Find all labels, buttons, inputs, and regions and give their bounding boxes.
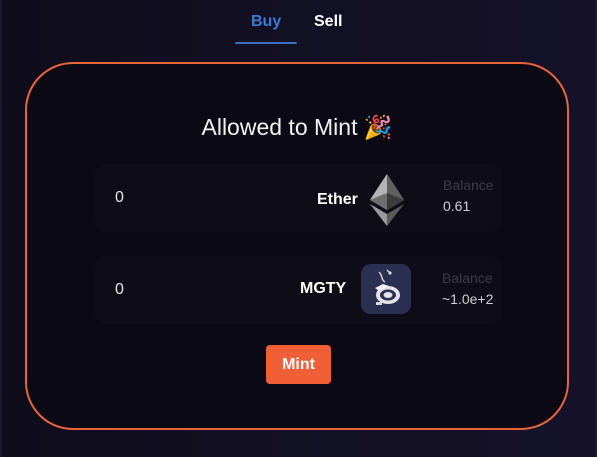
- active-tab-indicator: [235, 42, 297, 44]
- tab-buy[interactable]: Buy: [251, 13, 281, 31]
- mgty-balance-value: ~1.0e+2: [442, 291, 494, 307]
- mgty-token-name: MGTY: [300, 280, 347, 297]
- ether-row: Ether Balance 0.61: [94, 164, 502, 232]
- mint-button[interactable]: Mint: [266, 345, 331, 384]
- tab-sell[interactable]: Sell: [314, 13, 342, 31]
- ethereum-icon: [370, 174, 404, 226]
- mgty-amount-input[interactable]: [113, 280, 237, 300]
- ether-balance-value: 0.61: [443, 198, 471, 214]
- ether-amount-input[interactable]: [113, 188, 237, 208]
- mgty-token-icon: [361, 264, 411, 314]
- tab-bar: Buy Sell: [2, 0, 597, 46]
- ether-balance-label: Balance: [443, 177, 494, 193]
- ether-token-name: Ether: [317, 191, 358, 208]
- card-title: Allowed to Mint 🎉: [201, 114, 393, 140]
- mgty-balance-label: Balance: [442, 270, 493, 286]
- mgty-row: MGTY Balance ~1.0e+2: [94, 256, 502, 324]
- app-frame: Buy Sell Allowed to Mint 🎉 Ether Balance…: [0, 0, 597, 457]
- mint-card: Allowed to Mint 🎉 Ether Balance 0.61 MGT…: [25, 62, 569, 430]
